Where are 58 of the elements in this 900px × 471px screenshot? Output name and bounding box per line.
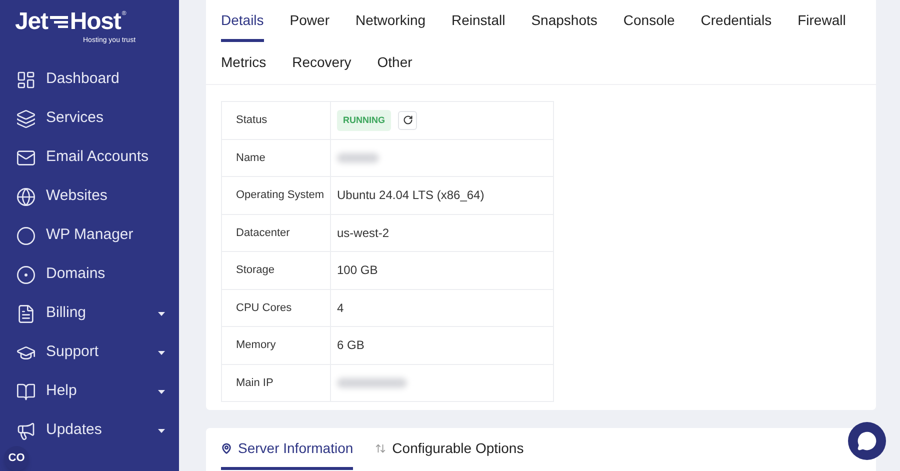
sidebar-item[interactable]: Support bbox=[16, 340, 165, 364]
target-icon bbox=[16, 264, 36, 284]
tab[interactable]: Snapshots bbox=[531, 6, 598, 42]
globe-icon bbox=[16, 186, 36, 206]
table-cell: Ubuntu 24.04 LTS (x86_64) bbox=[337, 188, 484, 202]
sidebar-item[interactable]: Billing bbox=[16, 302, 165, 326]
tab[interactable]: Power bbox=[290, 6, 330, 42]
document-icon bbox=[16, 304, 36, 324]
table-cell: Storage bbox=[222, 252, 330, 289]
dashboard-icon bbox=[16, 70, 36, 90]
logo-text: Host bbox=[70, 10, 121, 34]
sidebar-item[interactable]: Websites bbox=[16, 184, 165, 208]
refresh-button[interactable] bbox=[398, 110, 417, 130]
sidebar-item[interactable]: Email Accounts bbox=[16, 146, 165, 170]
pin-icon bbox=[221, 443, 232, 454]
chat-button[interactable] bbox=[848, 422, 886, 460]
status-badge: RUNNING bbox=[337, 110, 391, 131]
table-cell: Operating System bbox=[222, 176, 330, 214]
tab[interactable]: Recovery bbox=[292, 48, 352, 84]
tab[interactable]: Details bbox=[221, 6, 264, 42]
refresh-icon bbox=[402, 115, 412, 126]
tab[interactable]: Reinstall bbox=[452, 6, 506, 42]
table-cell: CPU Cores bbox=[222, 289, 330, 326]
table-cell: us-west-2 bbox=[337, 226, 390, 240]
sort-icon bbox=[375, 443, 386, 454]
layers-icon bbox=[16, 108, 36, 128]
logo-lines-icon bbox=[50, 15, 68, 29]
sidebar-item[interactable]: Help bbox=[16, 380, 165, 404]
logo-text: Jet bbox=[15, 10, 48, 34]
table-cell: Status bbox=[222, 102, 330, 139]
tab[interactable]: Firewall bbox=[798, 6, 846, 42]
circle-icon bbox=[16, 226, 36, 246]
book-icon bbox=[16, 382, 36, 402]
tab[interactable]: Server Information bbox=[221, 428, 354, 470]
table-cell: 100 GB bbox=[337, 263, 378, 278]
tab[interactable]: Networking bbox=[355, 6, 426, 42]
chat-icon bbox=[857, 431, 877, 451]
tab[interactable]: Other bbox=[377, 48, 412, 84]
sidebar-item[interactable]: Domains bbox=[16, 262, 165, 286]
sidebar-item[interactable]: Dashboard bbox=[16, 68, 165, 92]
sidebar-item[interactable]: WP Manager bbox=[16, 224, 165, 248]
table-cell: 6 GB bbox=[337, 338, 364, 352]
tab[interactable]: Console bbox=[623, 6, 675, 42]
tab[interactable]: Credentials bbox=[700, 6, 772, 42]
table-cell: Memory bbox=[222, 326, 330, 364]
table-cell: Datacenter bbox=[222, 214, 330, 252]
sidebar-item[interactable]: Updates bbox=[16, 418, 165, 442]
megaphone-icon bbox=[16, 420, 36, 440]
user-avatar[interactable]: CO bbox=[4, 446, 29, 471]
table-cell: 4 bbox=[337, 300, 344, 315]
blurred-value bbox=[337, 378, 407, 388]
tab[interactable]: Configurable Options bbox=[375, 428, 524, 470]
tab[interactable]: Metrics bbox=[221, 48, 266, 84]
table-cell: Name bbox=[222, 139, 330, 176]
sidebar-item[interactable]: Services bbox=[16, 106, 165, 130]
table-cell: Main IP bbox=[222, 364, 330, 402]
blurred-value bbox=[337, 152, 379, 163]
envelope-icon bbox=[16, 148, 36, 168]
